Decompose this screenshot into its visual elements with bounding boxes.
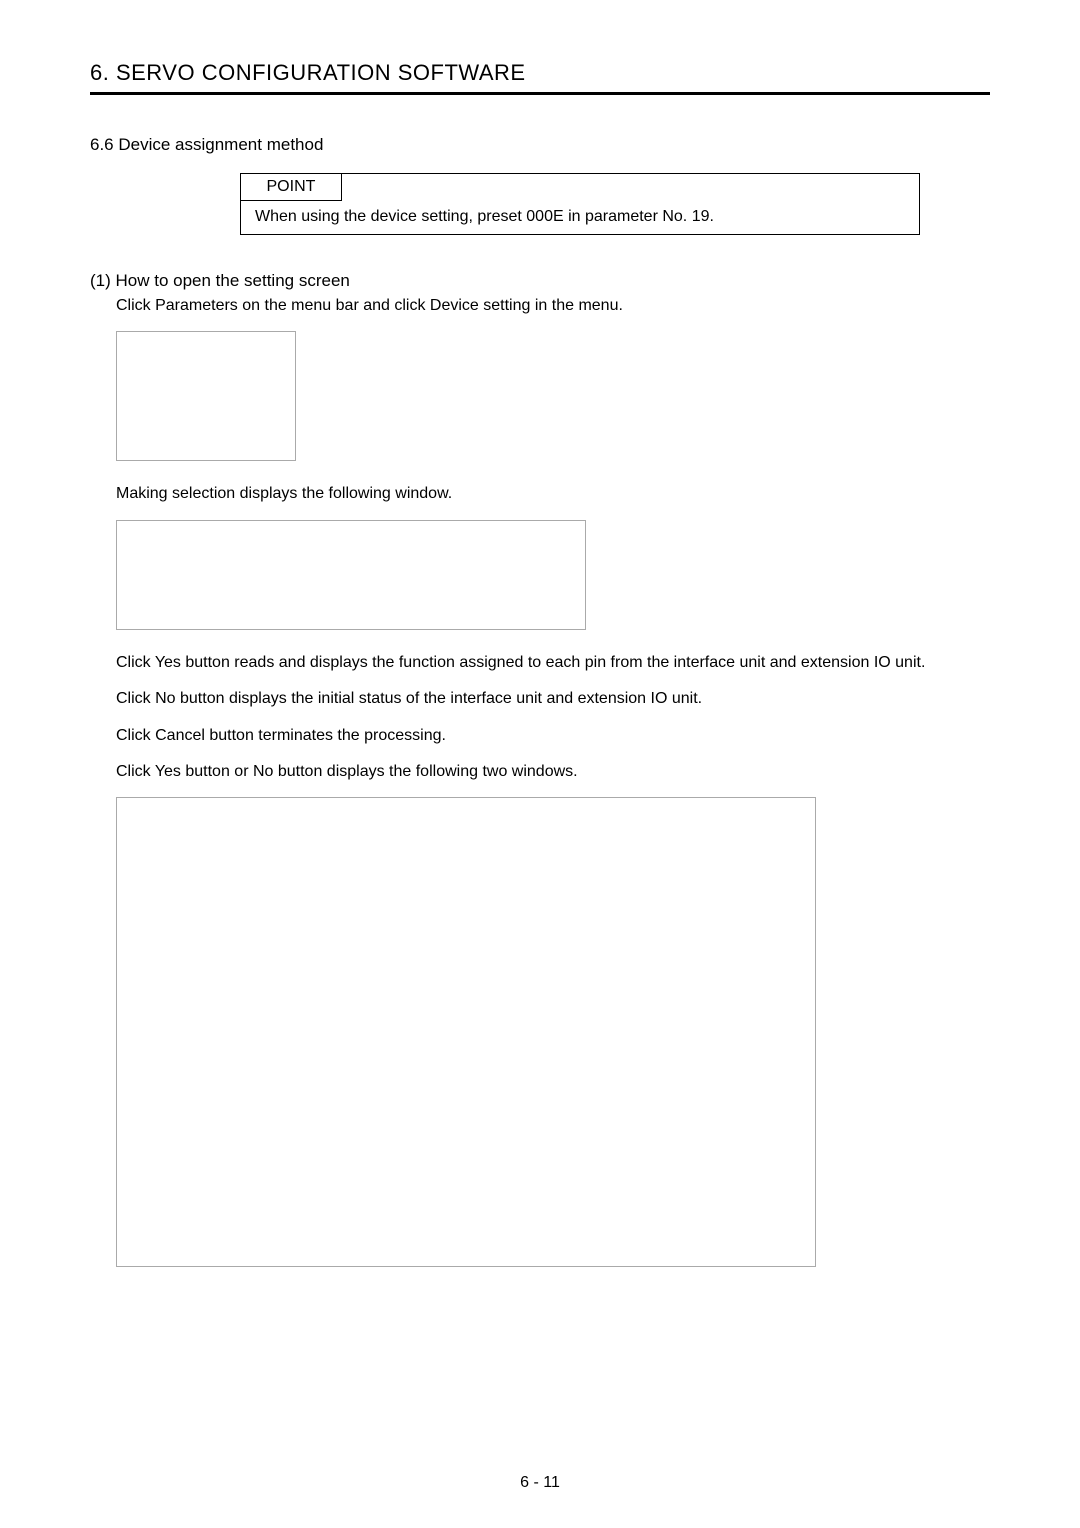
page-number: 6 - 11 [0,1474,1080,1492]
point-body-text: When using the device setting, preset 00… [241,174,919,234]
document-page: 6. SERVO CONFIGURATION SOFTWARE 6.6 Devi… [0,0,1080,1528]
paragraph-yes-description: Click Yes button reads and displays the … [116,652,990,674]
point-label-tab: POINT [240,173,343,201]
paragraph-cancel-description: Click Cancel button terminates the proce… [116,725,990,747]
figure-placeholder-menu [116,331,296,461]
title-divider [90,92,990,95]
chapter-title: 6. SERVO CONFIGURATION SOFTWARE [90,60,990,86]
step-1-heading: (1) How to open the setting screen [90,271,990,291]
figure-placeholder-dialog [116,520,586,630]
paragraph-no-description: Click No button displays the initial sta… [116,688,990,710]
section-heading: 6.6 Device assignment method [90,135,990,155]
point-callout-box: POINT When using the device setting, pre… [240,173,920,235]
step-1-instruction: Click Parameters on the menu bar and cli… [116,295,990,317]
paragraph-result-description: Click Yes button or No button displays t… [116,761,990,783]
figure-placeholder-windows [116,797,816,1267]
after-figure-a-text: Making selection displays the following … [116,483,990,505]
